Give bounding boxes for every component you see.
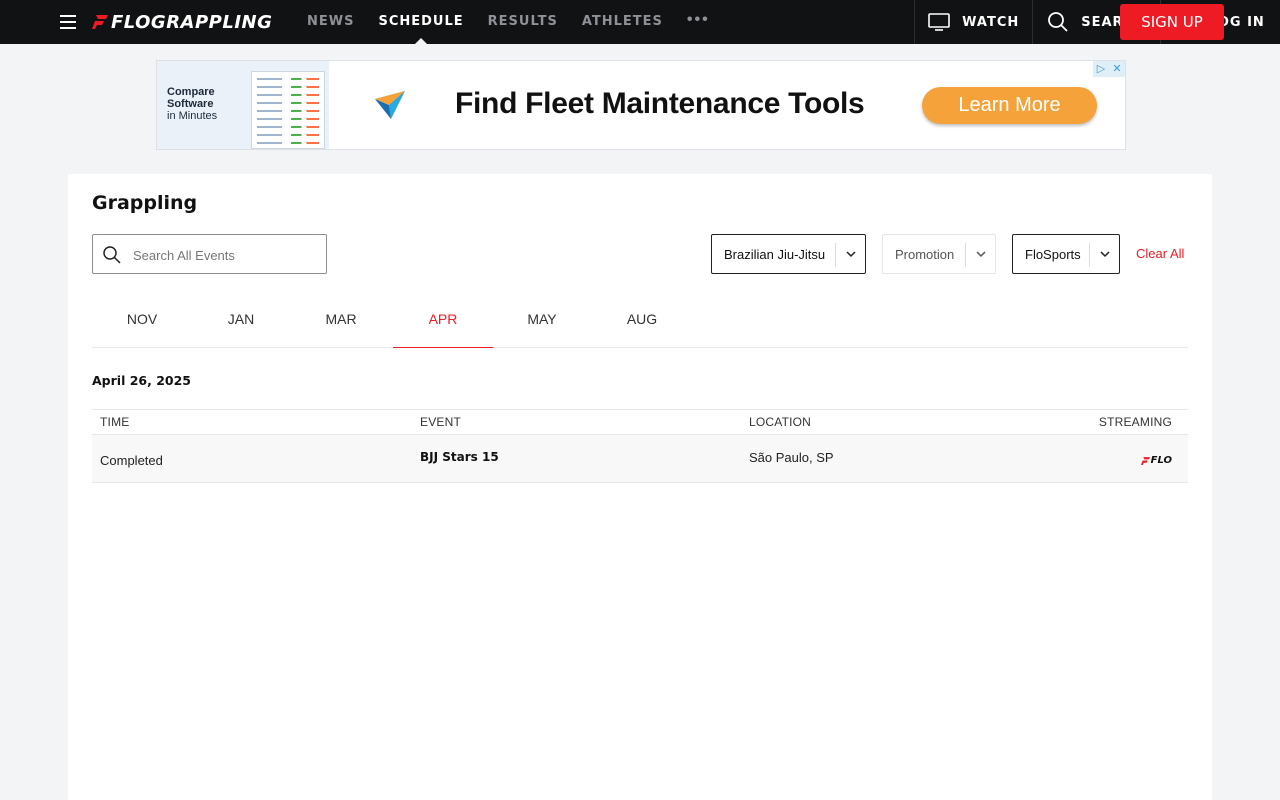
promotion-filter-dropdown[interactable]: Promotion [882, 234, 996, 274]
menu-icon[interactable] [60, 15, 76, 29]
adchoices-icon[interactable]: ▷ [1093, 61, 1109, 77]
column-header-event: EVENT [420, 415, 462, 429]
header-actions: WATCH SEARCH LOG IN [914, 0, 1280, 44]
event-search-box[interactable] [92, 234, 327, 274]
schedule-date-heading: April 26, 2025 [92, 373, 191, 388]
ad-learn-more-button[interactable]: Learn More [922, 87, 1097, 124]
tab-month-may[interactable]: MAY [492, 296, 592, 348]
month-tabs: NOV JAN MAR APR MAY AUG [92, 296, 1188, 348]
nav-news[interactable]: NEWS [307, 0, 354, 44]
search-input[interactable] [133, 244, 313, 266]
page-title: Grappling [92, 192, 198, 214]
tab-month-mar[interactable]: MAR [291, 296, 391, 348]
chevron-down-icon [976, 251, 986, 258]
schedule-table-header: TIME EVENT LOCATION STREAMING [92, 409, 1188, 435]
ad-left-text-3: in Minutes [167, 110, 218, 122]
search-icon [103, 246, 121, 264]
advertisement-banner[interactable]: Compare Software in Minutes Find Fleet M… [156, 60, 1126, 150]
flograppling-logo[interactable]: FLOGRAPPLING [92, 11, 272, 33]
logo-text: FLOGRAPPLING [111, 11, 273, 33]
column-header-streaming: STREAMING [1098, 415, 1172, 429]
nav-schedule[interactable]: SCHEDULE [378, 0, 463, 44]
monitor-icon [928, 13, 950, 31]
tab-month-nov[interactable]: NOV [92, 296, 192, 348]
event-time: Completed [100, 453, 163, 468]
flo-logo-mark-icon [92, 15, 108, 29]
sport-filter-dropdown[interactable]: Brazilian Jiu-Jitsu [711, 234, 866, 274]
streaming-logo-text: FLO [1150, 455, 1172, 466]
table-row[interactable]: Completed BJJ Stars 15 São Paulo, SP FLO [92, 435, 1188, 483]
ad-screenshot-thumbnail [251, 71, 325, 149]
watch-button[interactable]: WATCH [914, 0, 1032, 44]
ad-left-text-2: Software [167, 98, 214, 110]
ad-left-text-1: Compare [167, 86, 215, 98]
tab-month-jan[interactable]: JAN [191, 296, 291, 348]
nav-results[interactable]: RESULTS [488, 0, 558, 44]
search-icon [1048, 12, 1068, 32]
chevron-down-icon [1100, 251, 1110, 258]
dropdown-divider [835, 243, 836, 267]
event-name-link[interactable]: BJJ Stars 15 [420, 450, 499, 464]
primary-nav: NEWS SCHEDULE RESULTS ATHLETES ••• [307, 0, 710, 44]
dropdown-divider [1089, 243, 1090, 267]
column-header-location: LOCATION [749, 415, 812, 429]
more-menu-button[interactable]: ••• [687, 0, 710, 44]
ad-brand-icon [375, 91, 405, 119]
streaming-logo[interactable]: FLO [1140, 455, 1172, 466]
tab-month-apr[interactable]: APR [393, 296, 493, 348]
flo-logo-mark-icon [1140, 456, 1150, 465]
nav-athletes[interactable]: ATHLETES [582, 0, 663, 44]
schedule-card: Grappling Brazilian Jiu-Jitsu Promotion … [68, 174, 1212, 800]
provider-filter-dropdown[interactable]: FloSports [1012, 234, 1120, 274]
ad-headline: Find Fleet Maintenance Tools [455, 87, 865, 120]
promotion-filter-label: Promotion [895, 247, 955, 262]
ad-controls: ▷ ✕ [1093, 61, 1125, 77]
clear-all-link[interactable]: Clear All [1136, 246, 1184, 261]
ad-promo-panel: Compare Software in Minutes [157, 61, 329, 149]
tab-month-aug[interactable]: AUG [592, 296, 692, 348]
top-navigation-bar: FLOGRAPPLING NEWS SCHEDULE RESULTS ATHLE… [0, 0, 1280, 44]
chevron-down-icon [846, 251, 856, 258]
signup-button[interactable]: SIGN UP [1120, 4, 1224, 40]
provider-filter-label: FloSports [1025, 247, 1081, 262]
dropdown-divider [965, 243, 966, 267]
watch-label: WATCH [962, 14, 1020, 30]
sport-filter-label: Brazilian Jiu-Jitsu [724, 247, 826, 262]
event-location: São Paulo, SP [749, 450, 834, 465]
column-header-time: TIME [100, 415, 130, 429]
ad-close-icon[interactable]: ✕ [1109, 61, 1125, 77]
